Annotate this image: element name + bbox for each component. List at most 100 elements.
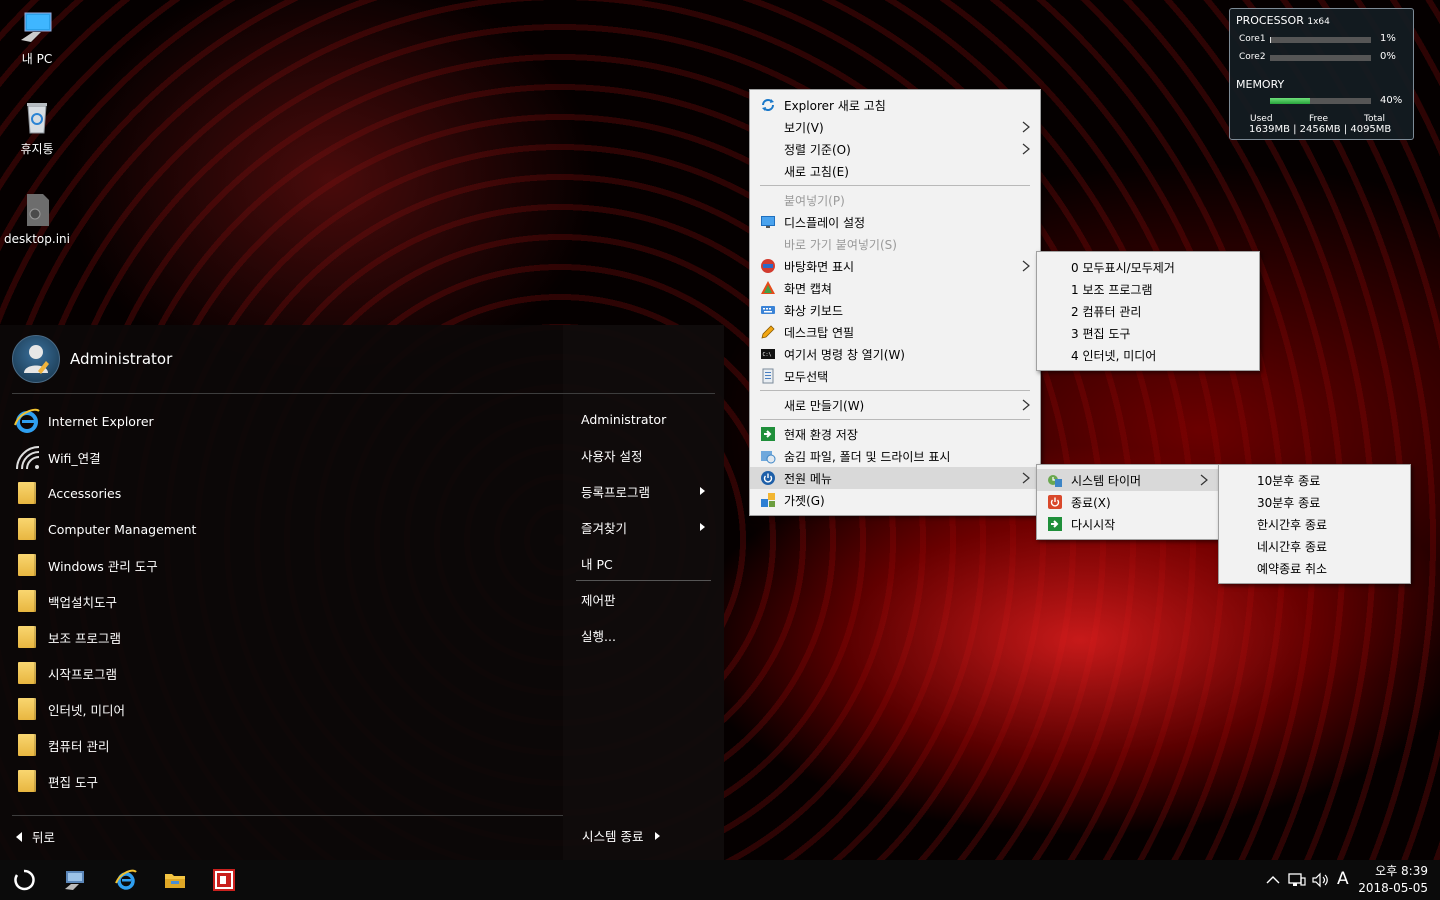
free-label: Free [1309,114,1329,124]
recycle-bin-icon [27,103,47,134]
menu-item-label: 정렬 기준(O) [784,142,851,157]
back-button[interactable]: 뒤로 [16,827,55,846]
menu-item-label: 모두선택 [784,369,829,384]
computer-icon[interactable] [63,868,87,892]
program-item-internet-explorer[interactable]: Internet Explorer [12,403,552,439]
program-item-wifi[interactable]: Wifi_연결 [12,439,552,475]
program-item-folder[interactable]: 백업설치도구 [12,583,552,619]
desktop-icon-my-pc[interactable]: 내 PC [0,10,74,67]
menu-item-shutdown[interactable]: 종료(X) [1037,491,1218,513]
desktop-icon-desktop-ini[interactable]: desktop.ini [0,192,74,246]
menu-item-explorer-refresh[interactable]: Explorer 새로 고침 [750,94,1040,116]
program-item-folder[interactable]: Accessories [12,475,552,511]
divider [12,393,715,394]
menu-item-desktop-pencil[interactable]: 데스크탑 연필 [750,321,1040,343]
right-item-my-pc[interactable]: 내 PC [581,545,711,581]
right-item-label: Administrator [581,411,667,427]
screen-capture-icon [761,281,775,294]
menu-item-label: 보기(V) [784,120,824,135]
menu-item-label: 가젯(G) [784,493,825,508]
cpu-memory-gadget[interactable]: PROCESSOR 1x64 Core1 1% Core2 0% MEMORY … [1229,8,1414,140]
program-item-folder[interactable]: 시작프로그램 [12,655,552,691]
menu-item-on-screen-keyboard[interactable]: 화상 키보드 [750,299,1040,321]
submenu-arrow-icon [1022,121,1030,133]
desktop-icon-recycle-bin[interactable]: 휴지통 [0,100,74,157]
user-header[interactable]: Administrator [12,335,172,383]
shutdown-icon [1048,495,1062,509]
divider [12,815,563,816]
submenu-item[interactable]: 1 보조 프로그램 [1037,278,1259,300]
right-item-user-settings[interactable]: 사용자 설정 [581,437,711,473]
submenu-item[interactable]: 0 모두표시/모두제거 [1037,256,1259,278]
right-item-control-panel[interactable]: 제어판 [581,581,711,617]
menu-item-select-all[interactable]: 모두선택 [750,365,1040,387]
right-item-label: 즐겨찾기 [581,520,628,536]
menu-item-sort-by[interactable]: 정렬 기준(O) [750,138,1040,160]
ime-indicator[interactable]: A [1337,869,1349,889]
program-label: Internet Explorer [48,413,154,429]
right-item-label: 내 PC [581,556,613,572]
clock[interactable]: 오후 8:39 2018-05-05 [1358,863,1428,897]
display-icon [761,216,775,228]
program-item-folder[interactable]: Windows 관리 도구 [12,547,552,583]
menu-item-paste[interactable]: 붙여넣기(P) [750,189,1040,211]
menu-item-screen-capture[interactable]: 화면 캡쳐 [750,277,1040,299]
red-app-icon[interactable] [212,868,236,892]
timer-item[interactable]: 한시간후 종료 [1219,513,1410,535]
menu-item-show-desktop[interactable]: 바탕화면 표시 [750,255,1040,277]
network-icon[interactable] [1288,872,1306,888]
avatar[interactable] [12,335,60,383]
right-item-registered-programs[interactable]: 등록프로그램 [581,473,711,509]
right-item-favorites[interactable]: 즐겨찾기 [581,509,711,545]
timer-item[interactable]: 10분후 종료 [1219,469,1410,491]
submenu-arrow-icon [1022,472,1030,484]
timer-item[interactable]: 30분후 종료 [1219,491,1410,513]
folder-icon [12,479,42,507]
timer-item[interactable]: 네시간후 종료 [1219,535,1410,557]
menu-item-refresh[interactable]: 새로 고침(E) [750,160,1040,182]
menu-item-gadgets[interactable]: 가젯(G) [750,489,1040,511]
menu-item-view[interactable]: 보기(V) [750,116,1040,138]
menu-item-open-command-window[interactable]: C:\ 여기서 명령 창 열기(W) [750,343,1040,365]
right-item-administrator[interactable]: Administrator [581,401,711,437]
program-item-folder[interactable]: 인터넷, 미디어 [12,691,552,727]
menu-item-system-timer[interactable]: 시스템 타이머 [1037,469,1218,491]
processor-subtitle: 1x64 [1307,17,1330,27]
start-spinner-icon[interactable] [12,868,36,892]
volume-icon[interactable] [1312,872,1330,888]
menu-item-label: 새로 만들기(W) [784,398,865,413]
menu-item-power-menu[interactable]: 전원 메뉴 [750,467,1040,489]
menu-item-display-settings[interactable]: 디스플레이 설정 [750,211,1040,233]
power-submenu: 시스템 타이머 종료(X) 다시시작 [1036,464,1219,540]
menu-item-save-environment[interactable]: 현재 환경 저장 [750,423,1040,445]
menu-item-show-hidden-files[interactable]: 숨김 파일, 폴더 및 드라이브 표시 [750,445,1040,467]
internet-explorer-icon[interactable] [114,868,138,892]
system-timer-icon [1048,475,1062,487]
submenu-item[interactable]: 3 편집 도구 [1037,322,1259,344]
right-item-label: 사용자 설정 [581,448,643,464]
program-item-folder[interactable]: 보조 프로그램 [12,619,552,655]
menu-item-restart[interactable]: 다시시작 [1037,513,1218,535]
monitor-icon [21,12,52,42]
menu-separator [760,185,1030,186]
folder-icon [12,731,42,759]
menu-item-label: Explorer 새로 고침 [784,98,886,113]
submenu-item[interactable]: 4 인터넷, 미디어 [1037,344,1259,366]
menu-separator [760,390,1030,391]
shutdown-button[interactable]: 시스템 종료 [582,826,661,845]
right-item-run[interactable]: 실행... [581,617,711,653]
menu-item-label: 여기서 명령 창 열기(W) [784,347,905,362]
file-explorer-icon[interactable] [163,868,187,892]
menu-item-paste-shortcut[interactable]: 바로 가기 붙여넣기(S) [750,233,1040,255]
program-item-folder[interactable]: 컴퓨터 관리 [12,727,552,763]
divider [576,580,711,581]
menu-item-label: 화면 캡쳐 [784,281,832,296]
program-item-folder[interactable]: Computer Management [12,511,552,547]
program-item-folder[interactable]: 편집 도구 [12,763,552,799]
used-label: Used [1250,114,1273,124]
timer-item[interactable]: 예약종료 취소 [1219,557,1410,579]
menu-item-new[interactable]: 새로 만들기(W) [750,394,1040,416]
desktop-context-menu: Explorer 새로 고침 보기(V) 정렬 기준(O) 새로 고침(E) 붙… [749,89,1041,516]
chevron-up-icon[interactable] [1266,874,1280,886]
submenu-item[interactable]: 2 컴퓨터 관리 [1037,300,1259,322]
